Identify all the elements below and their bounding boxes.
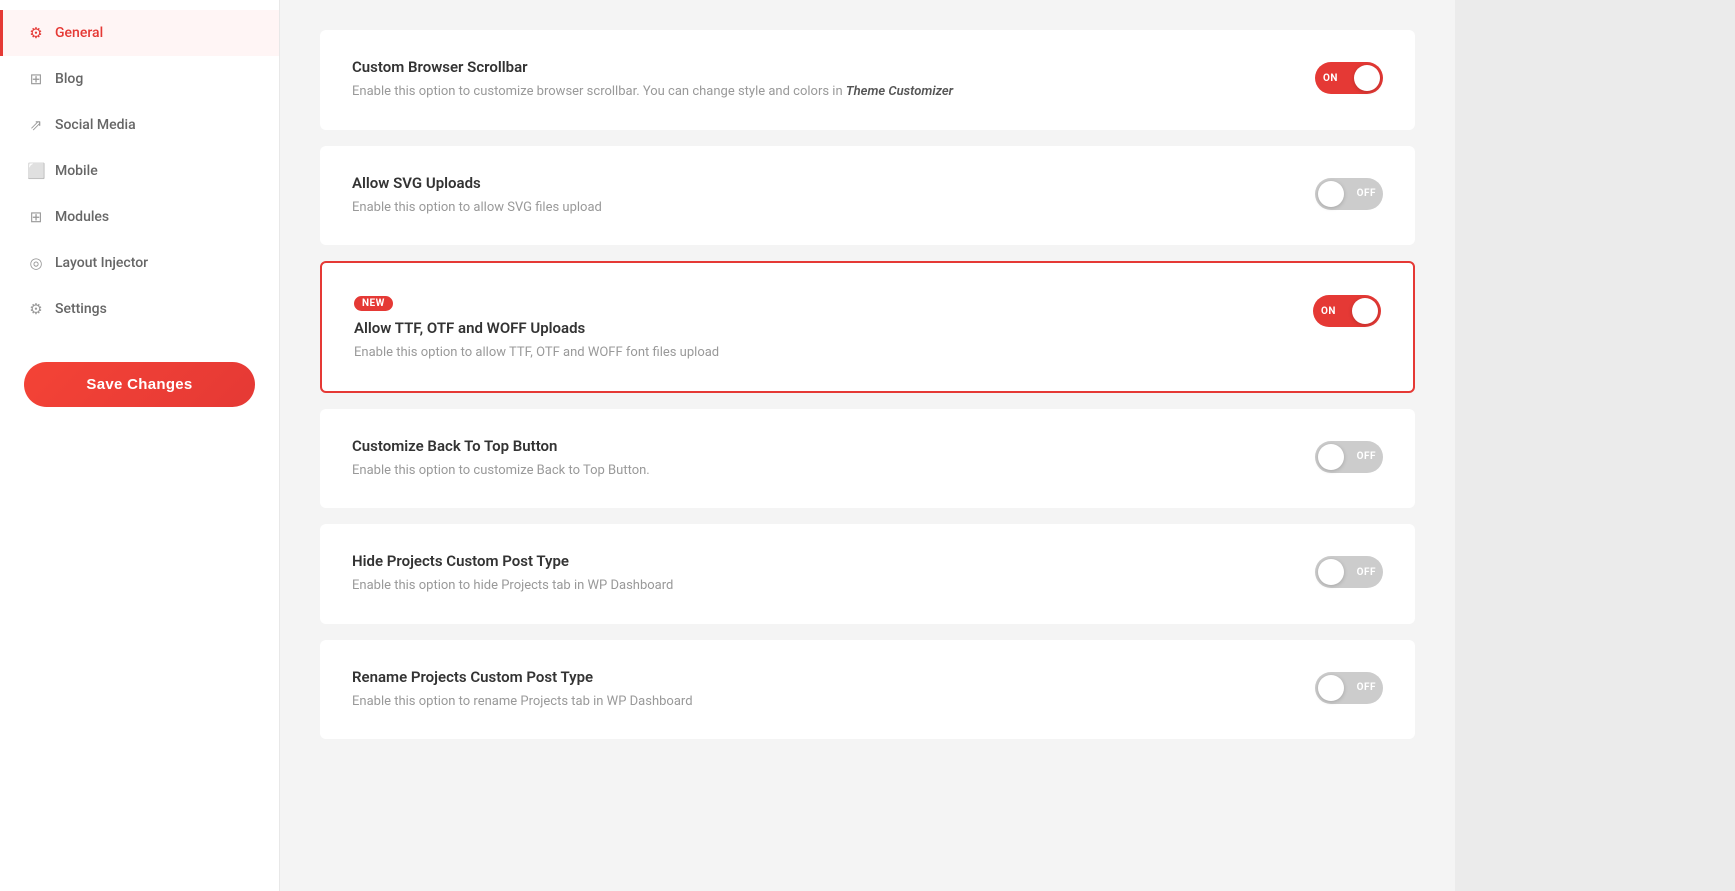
setting-title-customize-back-to-top: Customize Back To Top Button xyxy=(352,437,1295,455)
sidebar-label-modules: Modules xyxy=(55,209,109,225)
toggle-track-rename-projects-post-type: OFF xyxy=(1315,672,1383,704)
toggle-label-rename-projects-post-type: OFF xyxy=(1357,682,1376,693)
setting-desc-custom-browser-scrollbar: Enable this option to customize browser … xyxy=(352,82,1295,102)
sidebar-item-mobile[interactable]: ⬜ Mobile xyxy=(0,148,279,194)
toggle-wrap-hide-projects-post-type: OFF xyxy=(1315,556,1383,588)
setting-card-allow-svg-uploads: Allow SVG Uploads Enable this option to a… xyxy=(320,146,1415,246)
toggle-allow-ttf-otf-woff[interactable]: ON xyxy=(1313,295,1381,327)
toggle-wrap-customize-back-to-top: OFF xyxy=(1315,441,1383,473)
mobile-icon: ⬜ xyxy=(27,162,45,180)
setting-info-allow-ttf-otf-woff: NEW Allow TTF, OTF and WOFF Uploads Enable… xyxy=(354,291,1293,363)
setting-title-rename-projects-post-type: Rename Projects Custom Post Type xyxy=(352,668,1295,686)
sidebar-item-general[interactable]: ⚙ General xyxy=(0,10,279,56)
settings-icon: ⚙ xyxy=(27,300,45,318)
toggle-thumb-hide-projects-post-type xyxy=(1318,559,1344,585)
sidebar-label-settings: Settings xyxy=(55,301,107,317)
sidebar: ⚙ General ⊞ Blog ⇗ Social Media ⬜ Mobile ⊞ Module… xyxy=(0,0,280,891)
toggle-thumb-customize-back-to-top xyxy=(1318,444,1344,470)
setting-badge-allow-ttf-otf-woff: NEW xyxy=(354,296,393,311)
setting-card-customize-back-to-top: Customize Back To Top Button Enable this … xyxy=(320,409,1415,509)
sidebar-item-modules[interactable]: ⊞ Modules xyxy=(0,194,279,240)
setting-title-custom-browser-scrollbar: Custom Browser Scrollbar xyxy=(352,58,1295,76)
toggle-track-allow-svg-uploads: OFF xyxy=(1315,178,1383,210)
toggle-label-hide-projects-post-type: OFF xyxy=(1357,567,1376,578)
right-panel xyxy=(1455,0,1735,891)
setting-info-customize-back-to-top: Customize Back To Top Button Enable this … xyxy=(352,437,1295,481)
sidebar-item-layout-injector[interactable]: ◎ Layout Injector xyxy=(0,240,279,286)
sidebar-item-blog[interactable]: ⊞ Blog xyxy=(0,56,279,102)
setting-info-hide-projects-post-type: Hide Projects Custom Post Type Enable thi… xyxy=(352,552,1295,596)
setting-info-allow-svg-uploads: Allow SVG Uploads Enable this option to a… xyxy=(352,174,1295,218)
toggle-thumb-rename-projects-post-type xyxy=(1318,675,1344,701)
setting-desc-customize-back-to-top: Enable this option to customize Back to … xyxy=(352,461,1295,481)
general-icon: ⚙ xyxy=(27,24,45,42)
setting-card-hide-projects-post-type: Hide Projects Custom Post Type Enable thi… xyxy=(320,524,1415,624)
sidebar-label-social-media: Social Media xyxy=(55,117,136,133)
setting-title-allow-svg-uploads: Allow SVG Uploads xyxy=(352,174,1295,192)
layout-injector-icon: ◎ xyxy=(27,254,45,272)
setting-card-rename-projects-post-type: Rename Projects Custom Post Type Enable t… xyxy=(320,640,1415,740)
toggle-track-allow-ttf-otf-woff: ON xyxy=(1313,295,1381,327)
save-button-wrap: Save Changes xyxy=(0,342,279,427)
sidebar-label-mobile: Mobile xyxy=(55,163,98,179)
setting-desc-hide-projects-post-type: Enable this option to hide Projects tab … xyxy=(352,576,1295,596)
toggle-rename-projects-post-type[interactable]: OFF xyxy=(1315,672,1383,704)
setting-desc-rename-projects-post-type: Enable this option to rename Projects ta… xyxy=(352,692,1295,712)
toggle-thumb-allow-svg-uploads xyxy=(1318,181,1344,207)
setting-info-rename-projects-post-type: Rename Projects Custom Post Type Enable t… xyxy=(352,668,1295,712)
toggle-wrap-allow-svg-uploads: OFF xyxy=(1315,178,1383,210)
setting-title-allow-ttf-otf-woff: Allow TTF, OTF and WOFF Uploads xyxy=(354,319,1293,337)
toggle-label-custom-browser-scrollbar: ON xyxy=(1323,73,1338,84)
sidebar-item-social-media[interactable]: ⇗ Social Media xyxy=(0,102,279,148)
main-content: Custom Browser Scrollbar Enable this opti… xyxy=(280,0,1455,891)
modules-icon: ⊞ xyxy=(27,208,45,226)
toggle-label-allow-ttf-otf-woff: ON xyxy=(1321,306,1336,317)
social-media-icon: ⇗ xyxy=(27,116,45,134)
sidebar-item-settings[interactable]: ⚙ Settings xyxy=(0,286,279,332)
setting-desc-allow-svg-uploads: Enable this option to allow SVG files up… xyxy=(352,198,1295,218)
toggle-track-customize-back-to-top: OFF xyxy=(1315,441,1383,473)
setting-desc-allow-ttf-otf-woff: Enable this option to allow TTF, OTF and… xyxy=(354,343,1293,363)
setting-card-allow-ttf-otf-woff: NEW Allow TTF, OTF and WOFF Uploads Enable… xyxy=(320,261,1415,393)
toggle-customize-back-to-top[interactable]: OFF xyxy=(1315,441,1383,473)
toggle-custom-browser-scrollbar[interactable]: ON xyxy=(1315,62,1383,94)
sidebar-label-general: General xyxy=(55,25,103,41)
sidebar-label-blog: Blog xyxy=(55,71,83,87)
toggle-thumb-custom-browser-scrollbar xyxy=(1354,65,1380,91)
setting-info-custom-browser-scrollbar: Custom Browser Scrollbar Enable this opti… xyxy=(352,58,1295,102)
blog-icon: ⊞ xyxy=(27,70,45,88)
toggle-wrap-rename-projects-post-type: OFF xyxy=(1315,672,1383,704)
toggle-wrap-allow-ttf-otf-woff: ON xyxy=(1313,295,1381,327)
toggle-wrap-custom-browser-scrollbar: ON xyxy=(1315,62,1383,94)
toggle-hide-projects-post-type[interactable]: OFF xyxy=(1315,556,1383,588)
toggle-track-hide-projects-post-type: OFF xyxy=(1315,556,1383,588)
save-changes-button[interactable]: Save Changes xyxy=(24,362,255,407)
toggle-label-customize-back-to-top: OFF xyxy=(1357,451,1376,462)
toggle-allow-svg-uploads[interactable]: OFF xyxy=(1315,178,1383,210)
toggle-thumb-allow-ttf-otf-woff xyxy=(1352,298,1378,324)
setting-title-hide-projects-post-type: Hide Projects Custom Post Type xyxy=(352,552,1295,570)
sidebar-label-layout-injector: Layout Injector xyxy=(55,255,148,271)
toggle-track-custom-browser-scrollbar: ON xyxy=(1315,62,1383,94)
toggle-label-allow-svg-uploads: OFF xyxy=(1357,188,1376,199)
setting-card-custom-browser-scrollbar: Custom Browser Scrollbar Enable this opti… xyxy=(320,30,1415,130)
